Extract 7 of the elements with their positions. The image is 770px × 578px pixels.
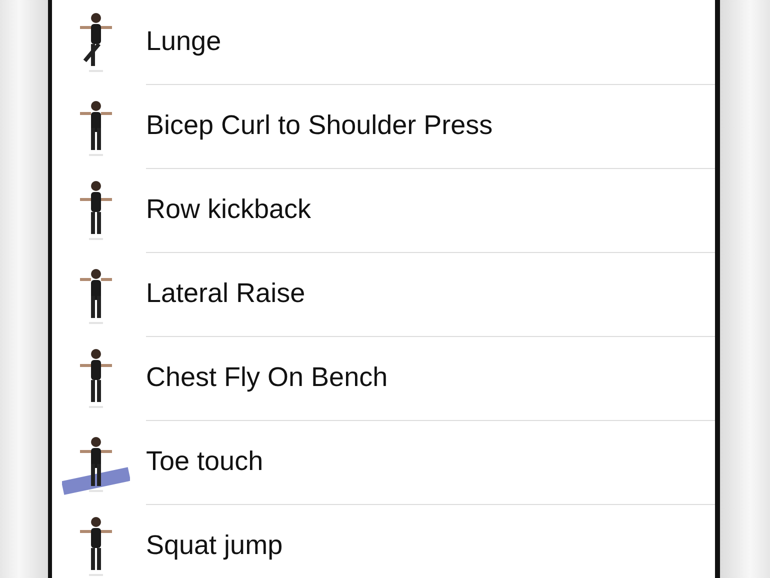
exercise-name[interactable]: Row kickback (146, 194, 312, 225)
exercise-name[interactable]: Lunge (146, 26, 222, 57)
exercise-name[interactable]: Toe touch (146, 446, 264, 477)
exercise-name[interactable]: Bicep Curl to Shoulder Press (146, 110, 493, 141)
exercise-name[interactable]: Lateral Raise (146, 278, 306, 309)
exercise-name[interactable]: Squat jump (146, 530, 283, 561)
exercise-name[interactable]: Chest Fly On Bench (146, 362, 388, 393)
